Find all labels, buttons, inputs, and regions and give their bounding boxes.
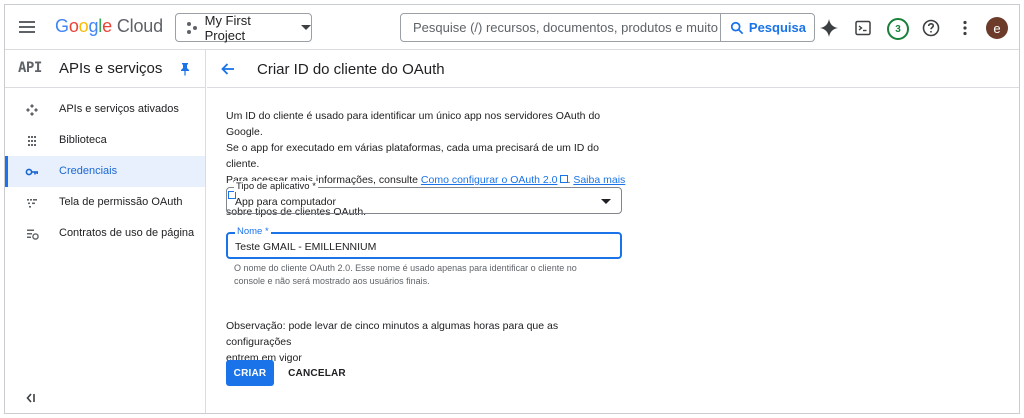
more-vert-icon[interactable] bbox=[954, 17, 976, 39]
project-nodes-icon bbox=[186, 21, 198, 34]
sidebar-item-label: Credenciais bbox=[59, 165, 118, 177]
search-bar: Pesquisa bbox=[400, 13, 815, 42]
sidebar-item-credentials[interactable]: Credenciais bbox=[5, 156, 205, 187]
cloud-shell-icon[interactable] bbox=[852, 17, 874, 39]
project-picker-button[interactable]: My First Project bbox=[175, 12, 312, 43]
client-name-field[interactable]: Nome * Teste GMAIL - EMILLENNIUM bbox=[226, 226, 622, 259]
description-line: Um ID do cliente é usado para identifica… bbox=[226, 110, 601, 138]
oauth-setup-link[interactable]: Como configurar o OAuth 2.0 bbox=[421, 174, 558, 186]
pin-icon[interactable] bbox=[179, 62, 191, 76]
note-line: Observação: pode levar de cinco minutos … bbox=[226, 320, 559, 348]
app-type-label: Tipo de aplicativo * bbox=[234, 181, 318, 192]
description-line: Se o app for executado em várias platafo… bbox=[226, 142, 599, 170]
learn-more-link[interactable]: Saiba mais bbox=[573, 174, 625, 186]
config-note: Observação: pode levar de cinco minutos … bbox=[226, 318, 626, 366]
consent-screen-icon bbox=[27, 199, 37, 208]
sidebar-item-label: APIs e serviços ativados bbox=[59, 103, 179, 115]
notifications-badge[interactable]: 3 bbox=[887, 18, 909, 40]
dropdown-arrow-icon bbox=[601, 199, 611, 204]
top-bar: GoogleCloud My First Project Pesquisa 3 bbox=[5, 5, 1019, 50]
app-type-select[interactable]: Tipo de aplicativo * App para computador bbox=[226, 181, 622, 214]
search-input[interactable] bbox=[401, 14, 720, 41]
api-badge: API bbox=[18, 60, 42, 76]
chevron-down-icon bbox=[301, 25, 311, 30]
sidebar: API APIs e serviços APIs e serviços ativ… bbox=[5, 50, 206, 413]
open-in-new-icon bbox=[559, 175, 568, 183]
hint-line: O nome do cliente OAuth 2.0. Esse nome é… bbox=[234, 263, 577, 273]
page-header: Criar ID do cliente do OAuth bbox=[207, 50, 1019, 88]
search-button-label: Pesquisa bbox=[748, 20, 806, 35]
help-icon[interactable] bbox=[920, 17, 942, 39]
back-arrow-icon[interactable] bbox=[220, 61, 236, 77]
sidebar-item-oauth-consent[interactable]: Tela de permissão OAuth bbox=[5, 187, 205, 218]
avatar[interactable]: e bbox=[986, 17, 1008, 39]
key-icon bbox=[25, 168, 38, 176]
google-cloud-logo[interactable]: Google Cloud bbox=[55, 16, 163, 37]
client-name-hint: O nome do cliente OAuth 2.0. Esse nome é… bbox=[234, 262, 614, 288]
sidebar-item-page-agreements[interactable]: Contratos de uso de página bbox=[5, 218, 205, 249]
app-window: GoogleCloud My First Project Pesquisa 3 bbox=[4, 4, 1020, 414]
project-name: My First Project bbox=[204, 12, 251, 43]
cancel-button[interactable]: CANCELAR bbox=[284, 360, 350, 386]
sidebar-item-enabled-apis[interactable]: APIs e serviços ativados bbox=[5, 94, 205, 125]
main-content: Criar ID do cliente do OAuth Um ID do cl… bbox=[207, 50, 1019, 413]
client-name-value[interactable]: Teste GMAIL - EMILLENNIUM bbox=[235, 241, 376, 253]
sidebar-item-label: Contratos de uso de página bbox=[59, 227, 195, 239]
collapse-sidebar-icon[interactable] bbox=[25, 391, 39, 405]
search-button[interactable]: Pesquisa bbox=[719, 14, 814, 41]
sidebar-item-label: Biblioteca bbox=[59, 134, 107, 146]
client-name-label: Nome * bbox=[235, 226, 271, 237]
main-menu-icon[interactable] bbox=[17, 17, 37, 37]
search-icon bbox=[730, 21, 744, 34]
hint-line: console e não será mostrado aos usuários… bbox=[234, 276, 430, 286]
sidebar-title: APIs e serviços bbox=[59, 60, 163, 77]
sidebar-item-label: Tela de permissão OAuth bbox=[59, 196, 183, 208]
settings-list-icon bbox=[27, 229, 39, 240]
sidebar-header: API APIs e serviços bbox=[5, 50, 205, 88]
gemini-sparkle-icon[interactable] bbox=[818, 17, 840, 39]
sidebar-item-library[interactable]: Biblioteca bbox=[5, 125, 205, 156]
create-button[interactable]: CRIAR bbox=[226, 360, 274, 386]
api-hub-icon bbox=[26, 104, 38, 116]
app-type-value: App para computador bbox=[235, 196, 336, 208]
page-title: Criar ID do cliente do OAuth bbox=[257, 61, 445, 78]
library-grid-icon bbox=[28, 136, 36, 146]
